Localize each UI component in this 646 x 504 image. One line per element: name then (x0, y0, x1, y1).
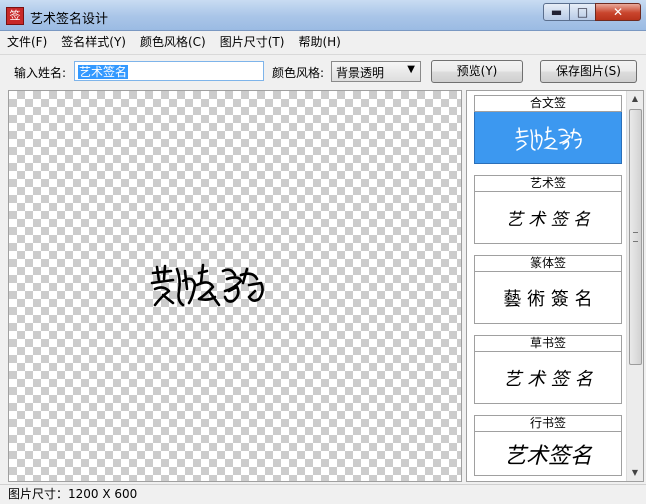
zhuan-sample-text: 藝 術 簽 名 (503, 288, 593, 310)
image-size-status: 图片尺寸：1200 X 600 (8, 487, 138, 501)
style-title-yishu: 艺术签 (474, 175, 622, 192)
window-controls: ▬ □ ✕ (543, 3, 641, 23)
style-sample-hewen[interactable] (474, 112, 622, 164)
style-title-zhuan: 篆体签 (474, 255, 622, 272)
menu-signature-style[interactable]: 签名样式(Y) (54, 32, 133, 52)
style-item-zhuan[interactable]: 篆体签 藝 術 簽 名 (474, 255, 622, 324)
menu-bar: 文件(F) 签名样式(Y) 颜色风格(C) 图片尺寸(T) 帮助(H) (0, 31, 646, 53)
save-image-button[interactable]: 保存图片(S) (540, 60, 637, 83)
minimize-button[interactable]: ▬ (543, 3, 570, 21)
color-style-label: 颜色风格: (272, 66, 325, 80)
style-title-cao: 草书签 (474, 335, 622, 352)
style-item-yishu[interactable]: 艺术签 艺 术 签 名 (474, 175, 622, 244)
style-item-xing[interactable]: 行书签 艺术签名 (474, 415, 622, 476)
style-sample-zhuan[interactable]: 藝 術 簽 名 (474, 272, 622, 324)
color-style-select[interactable]: 背景透明 ▼ (331, 61, 421, 82)
hewen-sample-image (515, 125, 582, 151)
title-bar: 签 艺术签名设计 ▬ □ ✕ (0, 0, 646, 31)
style-title-xing: 行书签 (474, 415, 622, 432)
style-sample-cao[interactable]: 艺 术 签 名 (474, 352, 622, 404)
window-title: 艺术签名设计 (30, 12, 109, 27)
scroll-up-icon[interactable]: ▲ (627, 91, 643, 107)
menu-image-size[interactable]: 图片尺寸(T) (213, 32, 292, 52)
grip-icon (633, 232, 638, 242)
app-icon: 签 (6, 7, 24, 25)
style-title-hewen: 合文签 (474, 95, 622, 112)
menu-color-style[interactable]: 颜色风格(C) (133, 32, 213, 52)
scroll-down-icon[interactable]: ▼ (627, 465, 643, 481)
close-button[interactable]: ✕ (595, 3, 641, 21)
style-item-cao[interactable]: 草书签 艺 术 签 名 (474, 335, 622, 404)
maximize-button[interactable]: □ (569, 3, 596, 21)
menu-file[interactable]: 文件(F) (0, 32, 54, 52)
cao-sample-text: 艺 术 签 名 (503, 368, 593, 390)
signature-preview-image (150, 263, 264, 307)
yishu-sample-text: 艺 术 签 名 (505, 210, 591, 230)
toolbar: 输入姓名: 艺术签名 颜色风格: 背景透明 ▼ 预览(Y) 保存图片(S) (0, 54, 646, 89)
color-style-value: 背景透明 (336, 66, 385, 80)
style-list-scrollbar[interactable]: ▲ ▼ (626, 91, 643, 481)
xing-sample-text: 艺术签名 (503, 443, 592, 469)
style-sample-xing[interactable]: 艺术签名 (474, 432, 622, 476)
chevron-down-icon: ▼ (407, 64, 415, 75)
style-list-panel: 合文签 艺术签 艺 术 签 名 篆体签 藝 術 簽 名 草书签 艺 术 签 名 … (466, 90, 644, 482)
preview-button[interactable]: 预览(Y) (431, 60, 523, 83)
style-sample-yishu[interactable]: 艺 术 签 名 (474, 192, 622, 244)
status-bar: 图片尺寸：1200 X 600 (0, 484, 646, 504)
scrollbar-thumb[interactable] (629, 109, 642, 365)
style-item-hewen[interactable]: 合文签 (474, 95, 622, 164)
name-label: 输入姓名: (14, 66, 67, 80)
menu-help[interactable]: 帮助(H) (291, 32, 347, 52)
name-input[interactable]: 艺术签名 (74, 61, 264, 81)
name-input-value: 艺术签名 (78, 65, 129, 79)
signature-canvas (8, 90, 462, 482)
